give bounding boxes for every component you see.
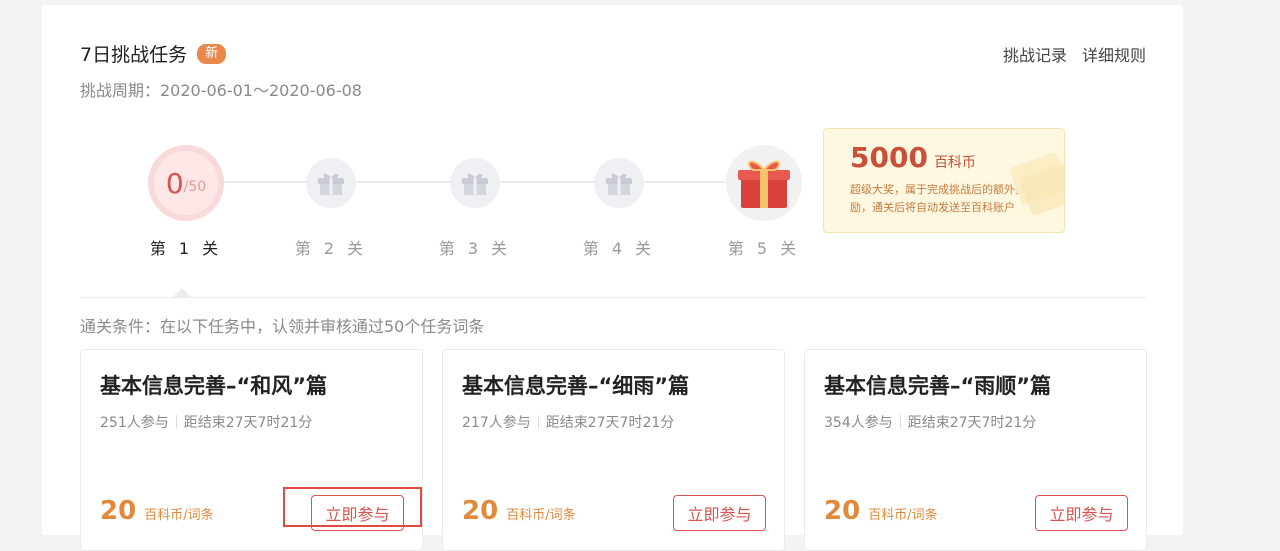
task-meta: 217人参与 距结束27天7时21分 (462, 412, 674, 432)
stage-label: 第 4 关 (582, 239, 656, 258)
title-text: 7日挑战任务 (80, 44, 188, 66)
stage-3[interactable]: 第 3 关 (430, 145, 520, 259)
reward-amount: 20 (462, 496, 499, 526)
join-button[interactable]: 立即参与 (673, 495, 766, 531)
stage-1[interactable]: 0 /50 第 1 关 (141, 145, 231, 259)
time-remaining: 距结束27天7时21分 (545, 415, 675, 431)
stage-label: 第 2 关 (294, 239, 368, 258)
meta-divider (537, 415, 539, 429)
progress-ring: 0 /50 (148, 145, 224, 221)
prize-unit: 百科币 (933, 155, 976, 171)
stage-label: 第 1 关 (149, 239, 223, 258)
task-title[interactable]: 基本信息完善–“和风”篇 (100, 370, 327, 400)
challenge-record-link[interactable]: 挑战记录 (1003, 42, 1067, 66)
participants-count: 251人参与 (100, 415, 169, 431)
task-card[interactable]: 基本信息完善–“细雨”篇 217人参与 距结束27天7时21分 20 百科币/词… (442, 349, 785, 551)
task-title[interactable]: 基本信息完善–“雨顺”篇 (824, 370, 1051, 400)
reward-unit: 百科币/词条 (506, 508, 576, 523)
coupon-decoration-icon (1004, 149, 1064, 223)
reward-unit: 百科币/词条 (144, 508, 214, 523)
section-divider (80, 297, 1146, 298)
gift-icon (450, 158, 500, 208)
stage-label: 第 3 关 (438, 239, 512, 258)
meta-divider (899, 415, 901, 429)
grand-prize-box: 5000 百科币 超级大奖，属于完成挑战后的额外奖励，通关后将自动发送至百科账户 (823, 128, 1065, 233)
task-card[interactable]: 基本信息完善–“雨顺”篇 354人参与 距结束27天7时21分 20 百科币/词… (804, 349, 1147, 551)
page-title: 7日挑战任务 新 (80, 40, 227, 67)
prize-amount: 5000 百科币 (850, 141, 976, 174)
reward-amount: 20 (824, 496, 861, 526)
active-stage-pointer (173, 288, 191, 297)
highlight-box (283, 487, 422, 527)
meta-divider (175, 415, 177, 429)
big-gift-icon (726, 145, 802, 221)
gift-icon (306, 158, 356, 208)
challenge-period: 挑战周期：2020-06-01～2020-06-08 (80, 81, 362, 100)
task-meta: 251人参与 距结束27天7时21分 (100, 412, 312, 432)
gift-icon (594, 158, 644, 208)
stage-label: 第 5 关 (727, 239, 801, 258)
new-badge: 新 (197, 43, 227, 64)
task-reward: 20 百科币/词条 (462, 496, 576, 526)
prize-number: 5000 (850, 141, 928, 174)
progress-current: 0 (165, 166, 184, 200)
detailed-rules-link[interactable]: 详细规则 (1082, 42, 1146, 66)
reward-unit: 百科币/词条 (868, 508, 938, 523)
progress-total: /50 (183, 179, 207, 195)
join-button[interactable]: 立即参与 (1035, 495, 1128, 531)
pass-condition: 通关条件：在以下任务中，认领并审核通过50个任务词条 (80, 317, 485, 336)
time-remaining: 距结束27天7时21分 (907, 415, 1037, 431)
time-remaining: 距结束27天7时21分 (183, 415, 313, 431)
task-title[interactable]: 基本信息完善–“细雨”篇 (462, 370, 689, 400)
task-reward: 20 百科币/词条 (100, 496, 214, 526)
top-links: 挑战记录 详细规则 (1003, 42, 1146, 66)
participants-count: 354人参与 (824, 415, 893, 431)
task-meta: 354人参与 距结束27天7时21分 (824, 412, 1036, 432)
stage-2[interactable]: 第 2 关 (286, 145, 376, 259)
participants-count: 217人参与 (462, 415, 531, 431)
stage-4[interactable]: 第 4 关 (574, 145, 664, 259)
reward-amount: 20 (100, 496, 137, 526)
stage-5[interactable]: 第 5 关 (719, 145, 809, 259)
task-reward: 20 百科币/词条 (824, 496, 938, 526)
